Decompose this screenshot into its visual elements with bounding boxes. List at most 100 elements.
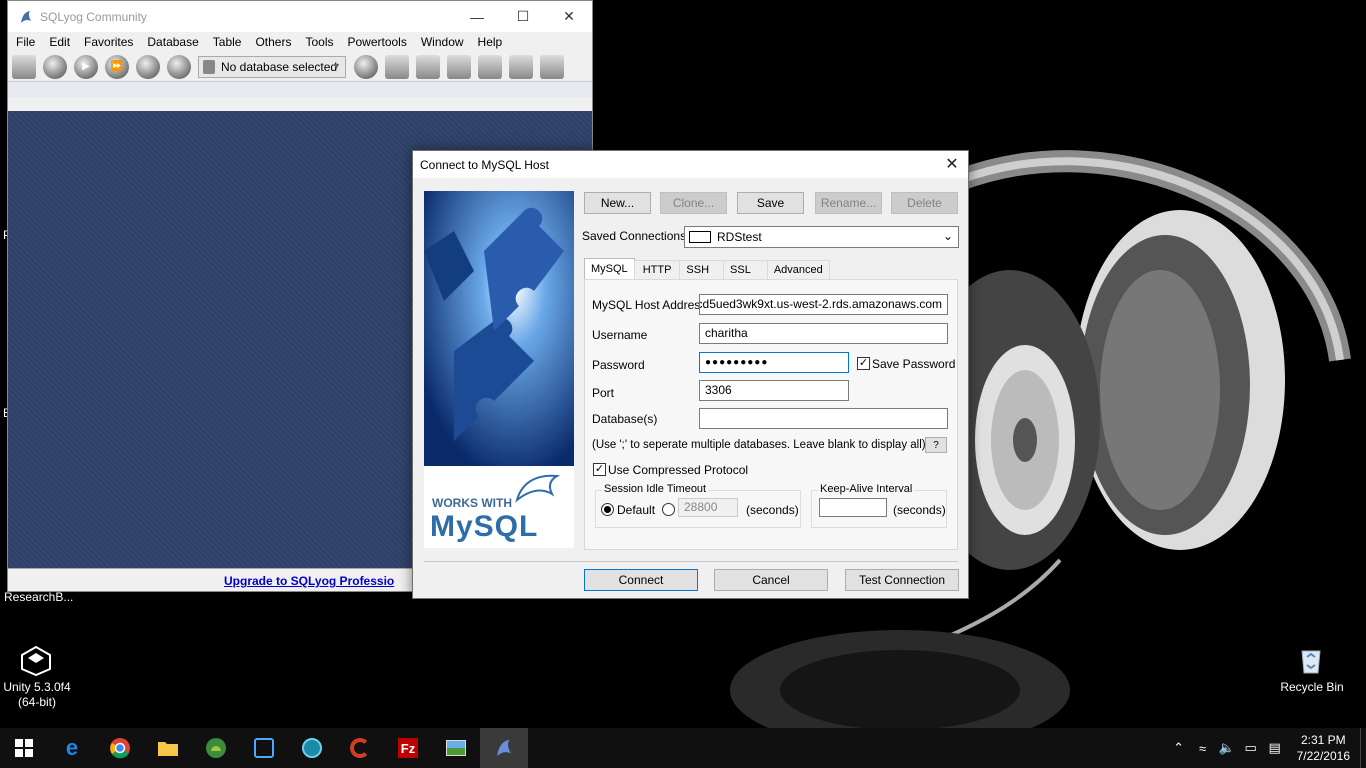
session-timeout-group: Session Idle Timeout Default 28800 (seco… xyxy=(595,483,801,528)
battery-icon[interactable]: ▭ xyxy=(1239,740,1263,756)
sqlyog-taskbar-button[interactable] xyxy=(480,728,528,768)
dialog-titlebar[interactable]: Connect to MySQL Host ✕ xyxy=(413,151,968,178)
refresh-icon[interactable] xyxy=(167,54,191,79)
new-connection-icon[interactable] xyxy=(12,54,36,79)
toolbar-gap xyxy=(8,82,592,97)
action-center-icon[interactable]: ▤ xyxy=(1263,740,1287,756)
recycle-bin-icon[interactable] xyxy=(1296,645,1326,675)
tab-advanced[interactable]: Advanced xyxy=(766,260,830,279)
tab-ssl[interactable]: SSL xyxy=(723,260,768,279)
new-query-icon[interactable] xyxy=(43,54,67,79)
connect-button[interactable]: Connect xyxy=(584,569,698,591)
user-manager-icon[interactable] xyxy=(354,54,378,79)
volume-muted-icon[interactable]: 🔈 xyxy=(1215,740,1239,756)
folder-icon xyxy=(158,742,178,756)
copy-database-icon[interactable] xyxy=(447,54,471,79)
maximize-button[interactable]: ☐ xyxy=(500,1,546,32)
start-button[interactable] xyxy=(0,728,48,768)
port-input[interactable]: 3306 xyxy=(699,380,849,401)
windows-icon[interactable] xyxy=(540,54,564,79)
clock[interactable]: 2:31 PM 7/22/2016 xyxy=(1287,732,1360,764)
custom-timeout-radio[interactable] xyxy=(662,503,675,516)
new-button[interactable]: New... xyxy=(584,192,651,214)
wifi-icon[interactable]: ≈ xyxy=(1191,741,1215,756)
cancel-button[interactable]: Cancel xyxy=(714,569,828,591)
menu-file[interactable]: File xyxy=(16,35,35,49)
android-studio-taskbar-button[interactable] xyxy=(192,728,240,768)
chrome-taskbar-button[interactable] xyxy=(96,728,144,768)
save-password-label[interactable]: Save Password xyxy=(872,357,955,371)
menu-tools[interactable]: Tools xyxy=(305,35,333,49)
restore-icon[interactable] xyxy=(416,54,440,79)
table-data-icon[interactable] xyxy=(478,54,502,79)
desktop-icon-recycle-bin-label[interactable]: Recycle Bin xyxy=(1272,680,1352,695)
saved-connections-label: Saved Connections xyxy=(582,229,687,243)
taskbar: e Fz ⌃ ≈ 🔈 ▭ ▤ 2:31 PM 7/22/2016 xyxy=(0,728,1366,768)
test-connection-button[interactable]: Test Connection xyxy=(845,569,959,591)
menu-window[interactable]: Window xyxy=(421,35,464,49)
save-button[interactable]: Save xyxy=(737,192,804,214)
tab-ssh[interactable]: SSH xyxy=(679,260,725,279)
dialog-close-button[interactable]: ✕ xyxy=(942,154,962,174)
menu-favorites[interactable]: Favorites xyxy=(84,35,133,49)
upgrade-link[interactable]: Upgrade to SQLyog Professio xyxy=(224,574,394,588)
execute-all-icon[interactable]: ⏩ xyxy=(105,54,129,79)
ccleaner-taskbar-button[interactable] xyxy=(336,728,384,768)
tab-mysql[interactable]: MySQL xyxy=(584,258,635,279)
app-taskbar-button-3[interactable] xyxy=(288,728,336,768)
stop-icon[interactable] xyxy=(136,54,160,79)
desktop-icon-unity-label[interactable]: Unity 5.3.0f4 (64-bit) xyxy=(0,680,74,710)
sqlyog-titlebar[interactable]: SQLyog Community — ☐ ✕ xyxy=(8,1,592,32)
rename-button[interactable]: Rename... xyxy=(815,192,882,214)
database-select[interactable]: No database selected ▼ xyxy=(198,55,346,78)
filezilla-taskbar-button[interactable]: Fz xyxy=(384,728,432,768)
mysql-side-banner: WORKS WITH MySQL xyxy=(424,191,574,548)
compressed-protocol-checkbox[interactable]: ✓ xyxy=(593,463,606,476)
tab-http[interactable]: HTTP xyxy=(633,260,681,279)
puzzle-image xyxy=(424,191,574,466)
menu-table[interactable]: Table xyxy=(213,35,242,49)
username-input[interactable]: charitha xyxy=(699,323,948,344)
desktop-icon-researchb-label[interactable]: ResearchB... xyxy=(4,590,84,605)
photos-taskbar-button[interactable] xyxy=(432,728,480,768)
works-with-mysql-logo: WORKS WITH MySQL xyxy=(424,466,574,548)
delete-button[interactable]: Delete xyxy=(891,192,958,214)
saved-connections-select[interactable]: RDStest ⌄ xyxy=(684,226,959,248)
menu-help[interactable]: Help xyxy=(478,35,503,49)
backup-icon[interactable] xyxy=(385,54,409,79)
save-password-checkbox[interactable]: ✓ xyxy=(857,357,870,370)
minimize-button[interactable]: — xyxy=(454,1,500,32)
unity-icon[interactable] xyxy=(20,645,52,677)
session-timeout-legend: Session Idle Timeout xyxy=(602,483,709,495)
dialog-title: Connect to MySQL Host xyxy=(420,157,549,172)
default-radio[interactable] xyxy=(601,503,614,516)
menu-database[interactable]: Database xyxy=(147,35,198,49)
execute-icon[interactable]: ▶ xyxy=(74,54,98,79)
compressed-protocol-label[interactable]: Use Compressed Protocol xyxy=(608,463,748,477)
keepalive-seconds-label: (seconds) xyxy=(893,503,946,517)
menu-powertools[interactable]: Powertools xyxy=(347,35,406,49)
close-button[interactable]: ✕ xyxy=(546,1,592,32)
unity-label-line1: Unity 5.3.0f4 xyxy=(3,680,71,694)
clone-button[interactable]: Clone... xyxy=(660,192,727,214)
edge-taskbar-button[interactable]: e xyxy=(48,728,96,768)
filezilla-icon: Fz xyxy=(398,738,418,758)
timeout-input[interactable]: 28800 xyxy=(678,498,738,517)
app-taskbar-button-2[interactable] xyxy=(240,728,288,768)
show-desktop-button[interactable] xyxy=(1360,728,1366,768)
menu-bar: File Edit Favorites Database Table Other… xyxy=(8,32,592,52)
menu-edit[interactable]: Edit xyxy=(49,35,70,49)
grid-icon[interactable] xyxy=(509,54,533,79)
username-label: Username xyxy=(592,328,648,342)
host-input[interactable]: ds.cd5ued3wk9xt.us-west-2.rds.amazonaws.… xyxy=(699,294,948,315)
host-label: MySQL Host Address xyxy=(592,298,707,312)
help-button[interactable]: ? xyxy=(925,437,947,453)
globe-app-icon xyxy=(302,738,322,758)
database-input[interactable] xyxy=(699,408,948,429)
explorer-taskbar-button[interactable] xyxy=(144,728,192,768)
password-input[interactable]: ●●●●●●●●● xyxy=(699,352,849,373)
default-radio-label[interactable]: Default xyxy=(617,503,655,517)
chevron-up-icon[interactable]: ⌃ xyxy=(1167,740,1191,756)
keepalive-input[interactable] xyxy=(819,498,887,517)
menu-others[interactable]: Others xyxy=(255,35,291,49)
